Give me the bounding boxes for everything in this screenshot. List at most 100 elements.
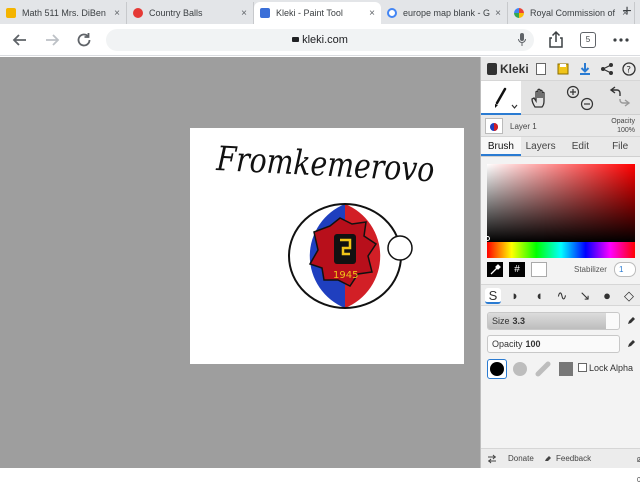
reload-icon[interactable] — [74, 30, 94, 50]
kleki-logo-text: Kleki — [500, 62, 529, 76]
browser-tab-title: Country Balls — [149, 8, 203, 18]
close-tab-icon[interactable]: × — [495, 8, 501, 19]
chevron-down-icon[interactable] — [511, 104, 518, 110]
round-hard-tip[interactable] — [487, 359, 507, 379]
chemy-brush-icon[interactable]: ↘ — [577, 288, 593, 304]
kleki-logo-icon — [487, 63, 497, 75]
stabilizer-label: Stabilizer — [574, 265, 607, 274]
layer-thumbnail — [485, 118, 503, 134]
countryball-kemerovo: 1945 — [288, 203, 413, 309]
canvas-workspace[interactable]: Fromkemerovo 1945 — [0, 57, 480, 468]
close-tab-icon[interactable]: × — [369, 8, 375, 19]
opacity-slider[interactable]: Opacity 100 — [487, 335, 620, 353]
eraser-icon[interactable]: ◇ — [621, 288, 637, 304]
feedback-link[interactable]: Feedback — [556, 449, 591, 469]
google-favicon-icon — [387, 8, 397, 18]
color-picker-field[interactable] — [485, 164, 635, 242]
undo-redo-icon[interactable] — [605, 84, 635, 112]
browser-tab-title: Kleki - Paint Tool — [276, 8, 343, 18]
new-image-icon[interactable] — [534, 62, 548, 76]
browser-tab-title: Math 511 Mrs. DiBen — [22, 8, 106, 18]
hand-icon[interactable] — [529, 87, 551, 109]
opacity-label: Opacity — [492, 339, 523, 349]
save-icon[interactable] — [556, 62, 570, 76]
share-icon[interactable] — [546, 30, 566, 50]
browser-tab-math[interactable]: Math 511 Mrs. DiBen × — [0, 2, 127, 24]
brush-type-row: S ◗ ◖ ∿ ↘ ● ◇ — [481, 284, 640, 306]
browser-tab-royal-commission[interactable]: Royal Commission of × — [508, 2, 635, 24]
smudge-brush-icon[interactable]: ● — [599, 288, 615, 304]
mic-icon[interactable] — [518, 33, 526, 46]
tool-row — [481, 81, 640, 115]
color-row: # Stabilizer 1 — [487, 260, 636, 280]
square-tip[interactable] — [556, 359, 576, 379]
tab-brush[interactable]: Brush — [481, 137, 521, 156]
handwritten-caption: Fromkemerovo — [215, 139, 436, 190]
share-nodes-icon[interactable] — [600, 62, 614, 76]
help-icon[interactable]: ? — [622, 62, 636, 76]
sketchy-brush-icon[interactable]: ◖ — [531, 288, 547, 304]
browser-tab-europe-map[interactable]: europe map blank - G × — [381, 2, 508, 24]
chisel-tip[interactable] — [533, 359, 553, 379]
new-tab-button[interactable]: + — [618, 3, 636, 21]
tab-file[interactable]: File — [600, 137, 640, 156]
url-text: kleki.com — [302, 34, 348, 46]
browser-tab-title: europe map blank - G — [403, 8, 491, 18]
size-slider[interactable]: Size 3.3 — [487, 312, 620, 330]
browser-toolbar: kleki.com 5 — [0, 24, 640, 56]
pencil-icon[interactable] — [626, 316, 636, 326]
swap-sides-icon[interactable] — [487, 454, 497, 464]
more-icon[interactable] — [611, 30, 631, 50]
feedback-icon — [545, 456, 551, 461]
download-icon[interactable] — [578, 62, 592, 76]
kleki-favicon-icon — [260, 8, 270, 18]
arrow-left-icon[interactable] — [10, 30, 30, 50]
close-tab-icon[interactable]: × — [241, 8, 247, 19]
blend-brush-icon[interactable]: ◗ — [507, 288, 523, 304]
pixel-brush-icon[interactable]: ∿ — [554, 288, 570, 304]
eyedropper-button[interactable] — [487, 262, 503, 277]
address-bar[interactable]: kleki.com — [106, 29, 534, 51]
arrow-right-icon[interactable] — [42, 30, 62, 50]
classroom-favicon-icon — [6, 8, 16, 18]
panel-tabs: Brush Layers Edit File — [481, 137, 640, 157]
stabilizer-select[interactable]: 1 — [614, 262, 636, 277]
pencil-icon[interactable] — [626, 339, 636, 349]
round-soft-tip[interactable] — [510, 359, 530, 379]
secondary-color-swatch[interactable] — [531, 262, 547, 277]
layer-name: Layer 1 — [510, 122, 537, 131]
browser-tab-kleki[interactable]: Kleki - Paint Tool × — [254, 2, 381, 24]
layer-preview-row[interactable]: Layer 1 Opacity 100% — [481, 115, 640, 137]
lock-alpha-label: Lock Alpha — [589, 363, 634, 373]
size-value: 3.3 — [512, 316, 526, 326]
lock-icon — [292, 37, 300, 42]
eyedropper-icon — [490, 264, 501, 275]
browser-tab-country-balls[interactable]: Country Balls × — [127, 2, 254, 24]
brush-tip-row: Lock Alpha — [487, 359, 637, 379]
tab-edit[interactable]: Edit — [561, 137, 601, 156]
color-picker-handle[interactable] — [485, 236, 490, 241]
browser-tab-strip: Math 511 Mrs. DiBen × Country Balls × Kl… — [0, 0, 640, 24]
close-tab-icon[interactable]: × — [114, 8, 120, 19]
brush-tool-button[interactable] — [481, 81, 521, 115]
canvas-drawing: Fromkemerovo 1945 — [215, 139, 436, 309]
chrome-favicon-icon — [514, 8, 524, 18]
pen-brush-icon[interactable]: S — [485, 288, 501, 304]
zoom-icon[interactable] — [565, 84, 595, 112]
drawing-canvas[interactable]: Fromkemerovo 1945 — [190, 128, 464, 364]
kleki-header: Kleki ? — [481, 57, 640, 81]
tab-switcher-button[interactable]: 5 — [580, 32, 596, 48]
donate-link[interactable]: Donate — [508, 449, 534, 469]
svg-text:?: ? — [626, 66, 631, 76]
layer-opacity-label: Opacity — [611, 118, 635, 125]
hex-input-button[interactable]: # — [509, 262, 525, 277]
tab-layers[interactable]: Layers — [521, 137, 561, 156]
lock-alpha-checkbox[interactable]: Lock Alpha — [578, 363, 633, 373]
checkbox-box[interactable] — [578, 363, 587, 372]
hue-slider[interactable] — [487, 242, 635, 258]
year-label: 1945 — [333, 270, 358, 281]
brush-icon — [495, 87, 507, 108]
layer-opacity: Opacity 100% — [611, 117, 635, 135]
browser-tab-title: Royal Commission of — [530, 8, 616, 18]
kleki-side-panel: Kleki ? Layer 1 Opacity 100% Brush Layer… — [480, 57, 640, 484]
